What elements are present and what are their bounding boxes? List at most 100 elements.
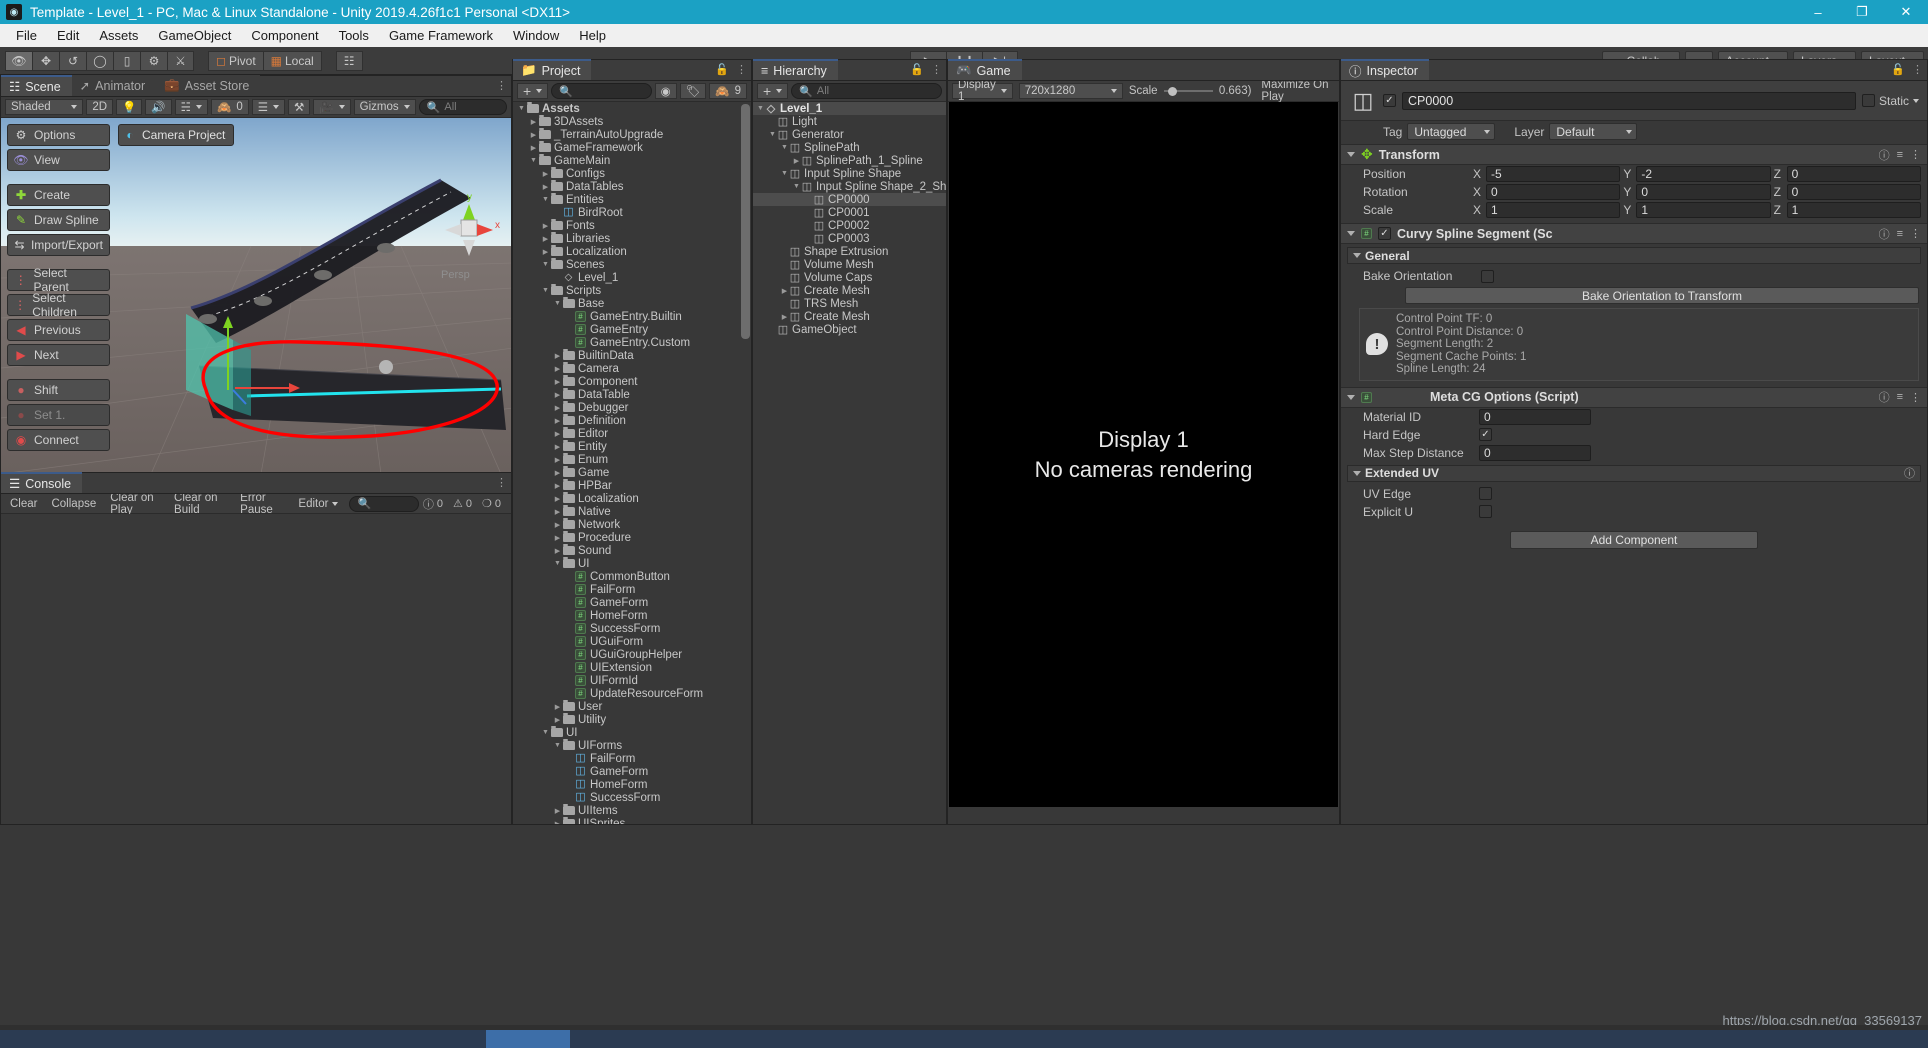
hierarchy-tree-item[interactable]: ◫ CP0001 [753, 206, 946, 220]
project-tree-item[interactable]: ▶ BuiltinData [513, 349, 751, 362]
project-tree-item[interactable]: # UpdateResourceForm [513, 687, 751, 700]
project-tree-item[interactable]: ▶ User [513, 700, 751, 713]
project-tree[interactable]: ▼ Assets ▶ 3DAssets ▶ _TerrainAutoUpgrade ▶ Gam… [513, 102, 751, 824]
transform-tool-icon[interactable]: ⚙ [140, 50, 167, 71]
component-menu-icon[interactable]: ⋮ [1910, 391, 1921, 404]
curvy-spline-segment-header[interactable]: # ✓ Curvy Spline Segment (Sc ⓘ ≡ ⋮ [1341, 223, 1927, 244]
expand-arrow-icon[interactable]: ▶ [780, 312, 789, 321]
hierarchy-tree-item[interactable]: ◫ Volume Caps [753, 271, 946, 285]
scene-fx-dropdown[interactable]: ☵ [174, 99, 208, 115]
project-search-input[interactable]: 🔍 [551, 83, 652, 99]
project-tree-item[interactable]: ▶ _TerrainAutoUpgrade [513, 128, 751, 141]
project-tree-item[interactable]: # GameEntry.Custom [513, 336, 751, 349]
project-tree-item[interactable]: ▶ DataTable [513, 388, 751, 401]
expand-arrow-icon[interactable]: ▶ [541, 169, 550, 178]
scene-overlay-select-parent-button[interactable]: ⋮ Select Parent [7, 266, 110, 294]
hand-tool-icon[interactable]: 👁 [5, 50, 32, 71]
project-hidden-count[interactable]: 🙈 9 [709, 83, 747, 99]
game-display-dropdown[interactable]: Display 1 [952, 79, 1013, 103]
expand-arrow-icon[interactable]: ▼ [553, 741, 562, 750]
project-tree-item[interactable]: ◫ FailForm [513, 752, 751, 765]
project-add-button[interactable]: + [517, 83, 549, 99]
hierarchy-tree-item[interactable]: ▼ ◫ Input Spline Shape_2_Shap [753, 180, 946, 194]
game-scale-slider[interactable] [1163, 86, 1213, 97]
console-log-list[interactable] [1, 514, 511, 824]
menu-edit[interactable]: Edit [47, 24, 89, 47]
project-filter-label-icon[interactable]: 🏷 [679, 83, 707, 99]
meta-cg-options-header[interactable]: # Meta CG Options (Script) ⓘ ≡ ⋮ [1341, 386, 1927, 408]
game-viewport[interactable]: Display 1 No cameras rendering [949, 102, 1338, 807]
bake-orientation-button[interactable]: Bake Orientation to Transform [1405, 287, 1919, 304]
console-log-count[interactable]: ⓘ 0 [419, 496, 447, 512]
hierarchy-search-input[interactable]: 🔍 All [791, 83, 942, 99]
expand-arrow-icon[interactable]: ▶ [553, 715, 562, 724]
expand-arrow-icon[interactable]: ▶ [553, 390, 562, 399]
project-tree-item[interactable]: ▼ UI [513, 557, 751, 570]
project-tree-item[interactable]: ▶ Game [513, 466, 751, 479]
static-toggle[interactable]: Static [1861, 94, 1919, 108]
transform-component-header[interactable]: ✥ Transform ⓘ ≡ ⋮ [1341, 144, 1927, 165]
collapse-triangle-icon[interactable] [1353, 470, 1361, 476]
scene-search-input[interactable]: 🔍 All [418, 99, 507, 115]
project-tree-item[interactable]: ▶ Procedure [513, 531, 751, 544]
project-tree-item[interactable]: ▶ Configs [513, 167, 751, 180]
grid-snap-icon[interactable]: ☷ [335, 50, 363, 71]
expand-arrow-icon[interactable]: ▶ [553, 507, 562, 516]
close-button[interactable]: ✕ [1884, 0, 1928, 24]
project-scrollbar[interactable] [741, 104, 750, 822]
scene-viewport[interactable]: y x Persp ⚙ Options 👁 View ✚ Create ✎ Dr… [1, 118, 511, 472]
expand-arrow-icon[interactable]: ▶ [529, 143, 538, 152]
hierarchy-tree-item[interactable]: ◫ Shape Extrusion [753, 245, 946, 259]
tag-dropdown[interactable]: Untagged [1407, 123, 1496, 140]
scene-overlay-view-button[interactable]: 👁 View [7, 149, 110, 171]
project-tree-item[interactable]: # GameForm [513, 596, 751, 609]
expand-arrow-icon[interactable]: ▶ [553, 533, 562, 542]
hierarchy-tree-item[interactable]: ▼ ◫ Input Spline Shape [753, 167, 946, 181]
curvy-general-section[interactable]: General [1347, 247, 1921, 264]
scale-x-input[interactable]: 1 [1486, 202, 1621, 218]
gizmos-dropdown[interactable]: Gizmos [353, 99, 416, 115]
game-maximize-on-play-toggle[interactable]: Maximize On Play [1261, 79, 1335, 103]
hierarchy-tree-item[interactable]: ◫ Light [753, 115, 946, 129]
project-tree-item[interactable]: ▼ Scenes [513, 258, 751, 271]
scene-overlay-import-export-button[interactable]: ⇆ Import/Export [7, 234, 110, 256]
scene-overlay-draw-spline-button[interactable]: ✎ Draw Spline [7, 209, 110, 231]
console-clear-on-build-button[interactable]: Clear on Build [167, 492, 233, 516]
explicit-u-checkbox[interactable] [1479, 505, 1492, 518]
component-menu-icon[interactable]: ⋮ [1910, 227, 1921, 240]
object-name-input[interactable]: CP0000 [1402, 91, 1856, 110]
project-tree-item[interactable]: ▼ Entities [513, 193, 751, 206]
project-tree-item[interactable]: ◇ Level_1 [513, 271, 751, 284]
hierarchy-tree-item[interactable]: ▶ ◫ Create Mesh [753, 284, 946, 298]
project-filter-type-icon[interactable]: ◉ [654, 83, 677, 99]
hierarchy-tree-item[interactable]: ◫ TRS Mesh [753, 297, 946, 311]
scene-overlay-create-button[interactable]: ✚ Create [7, 184, 110, 206]
rotation-y-input[interactable]: 0 [1636, 184, 1771, 200]
hierarchy-tree-item[interactable]: ◫ CP0003 [753, 232, 946, 246]
project-tree-item[interactable]: ▼ Scripts [513, 284, 751, 297]
project-tree-item[interactable]: ▼ Base [513, 297, 751, 310]
hard-edge-checkbox[interactable]: ✓ [1479, 428, 1492, 441]
expand-arrow-icon[interactable]: ▼ [792, 182, 801, 191]
bake-orientation-checkbox[interactable] [1481, 269, 1494, 283]
project-scroll-thumb[interactable] [741, 104, 750, 339]
project-tree-item[interactable]: ▼ GameMain [513, 154, 751, 167]
expand-arrow-icon[interactable]: ▶ [541, 221, 550, 230]
position-z-input[interactable]: 0 [1786, 166, 1921, 182]
help-icon[interactable]: ⓘ [1904, 465, 1915, 481]
panel-menu-icon[interactable]: ⋮ [736, 63, 747, 76]
scene-overlay-set1-button[interactable]: ● Set 1. [7, 404, 110, 426]
expand-arrow-icon[interactable]: ▶ [553, 351, 562, 360]
panel-menu-icon[interactable]: ⋮ [496, 79, 507, 92]
project-tree-item[interactable]: ◫ HomeForm [513, 778, 751, 791]
static-checkbox[interactable] [1861, 94, 1875, 107]
menu-component[interactable]: Component [241, 24, 328, 47]
tab-game[interactable]: 🎮 Game [948, 59, 1022, 80]
project-tree-item[interactable]: # GameEntry.Builtin [513, 310, 751, 323]
pivot-toggle[interactable]: ◻ Pivot [208, 50, 263, 71]
expand-arrow-icon[interactable]: ▼ [541, 286, 550, 295]
hierarchy-tree-item[interactable]: ▶ ◫ SplinePath_1_Spline [753, 154, 946, 168]
project-tree-item[interactable]: ▶ Camera [513, 362, 751, 375]
project-tree-item[interactable]: # GameEntry [513, 323, 751, 336]
shading-mode-dropdown[interactable]: Shaded [5, 99, 84, 115]
